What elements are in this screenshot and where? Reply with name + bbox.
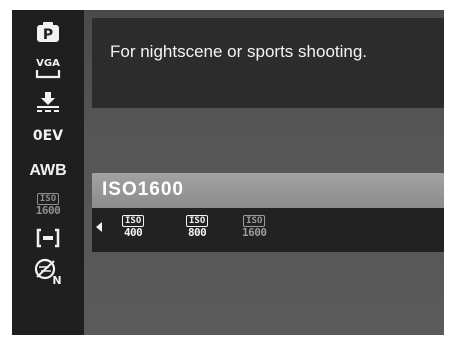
iso-value-label: 1600: [35, 203, 61, 217]
iso-setting-icon[interactable]: ISO 1600: [12, 188, 84, 220]
program-mode-label: P: [43, 27, 53, 43]
metering-icon[interactable]: [12, 222, 84, 254]
camera-menu-screen: P VGA 0EV AWB ISO 1600 N For nightscene …: [12, 10, 444, 335]
vga-resolution-icon[interactable]: VGA: [12, 52, 84, 84]
description-panel: For nightscene or sports shooting.: [92, 18, 444, 108]
selected-setting-label: ISO1600: [102, 179, 184, 200]
settings-sidebar: P VGA 0EV AWB ISO 1600 N: [12, 10, 84, 335]
color-mode-label: N: [52, 274, 61, 286]
iso-option-value: 400: [123, 226, 143, 239]
awb-label: AWB: [29, 162, 67, 179]
white-balance-icon[interactable]: AWB: [12, 155, 84, 187]
iso-option-800[interactable]: ISO 800: [186, 215, 209, 239]
description-text: For nightscene or sports shooting.: [110, 42, 368, 61]
color-mode-icon[interactable]: N: [12, 256, 84, 288]
iso-option-1600[interactable]: ISO 1600: [242, 215, 267, 238]
quality-icon[interactable]: [12, 86, 84, 118]
vga-label: VGA: [36, 58, 60, 69]
left-arrow-icon[interactable]: [96, 222, 102, 232]
iso-option-400[interactable]: ISO 400: [122, 215, 145, 239]
iso-option-value: 800: [187, 226, 207, 239]
selected-setting-bar: ISO1600: [92, 173, 444, 208]
ev-label: 0EV: [32, 128, 64, 144]
program-mode-icon[interactable]: P: [12, 16, 84, 48]
iso-option-value: 1600: [242, 226, 267, 239]
iso-options-bar: ISO 400 ISO 800 ISO 1600: [92, 208, 444, 252]
iso-box-label: ISO: [36, 192, 60, 205]
exposure-value-icon[interactable]: 0EV: [12, 120, 84, 152]
